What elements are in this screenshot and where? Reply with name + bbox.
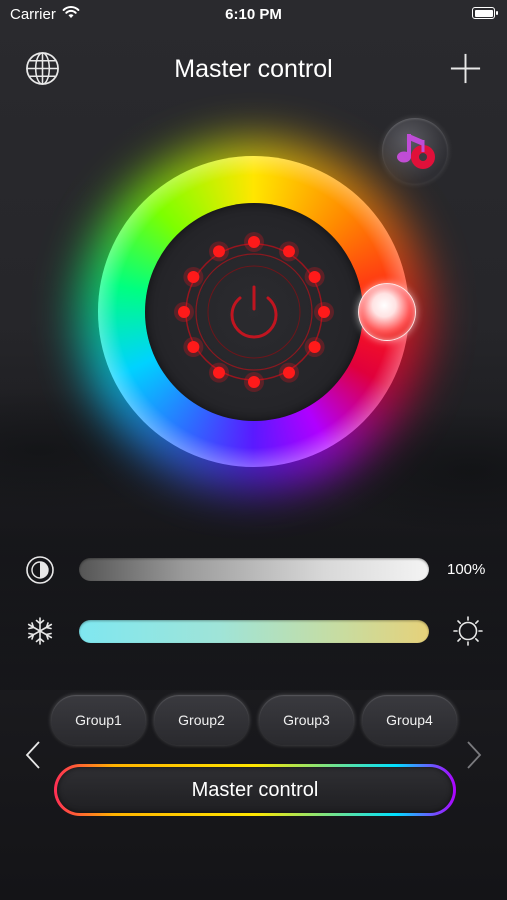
led-dot [213,245,225,258]
chevron-left-icon[interactable] [25,740,41,770]
brightness-percent: 100% [447,561,486,578]
led-dot [308,341,321,353]
led-dot [187,341,200,353]
led-dot [318,306,330,318]
power-icon [174,232,334,392]
master-control-button[interactable]: Master control [54,764,456,816]
led-dot [187,271,200,283]
brightness-slider[interactable] [79,558,429,581]
color-picker-knob[interactable] [358,283,416,341]
music-note-icon [397,134,435,169]
group-button-2[interactable]: Group2 [154,695,249,745]
snowflake-icon [27,617,53,645]
led-dot [248,236,260,248]
led-dot [213,366,225,379]
music-mode-button[interactable] [382,118,448,184]
plus-icon[interactable] [448,51,483,86]
color-temperature-slider[interactable] [79,620,429,643]
chevron-right-icon[interactable] [466,740,482,770]
battery-icon [472,7,498,19]
led-dot [283,245,295,258]
sun-icon [453,616,483,646]
clock: 6:10 PM [225,6,282,23]
group-button-3[interactable]: Group3 [259,695,354,745]
group-button-1[interactable]: Group1 [51,695,146,745]
led-dot [248,376,260,388]
group-button-4[interactable]: Group4 [362,695,457,745]
status-bar: Carrier 6:10 PM [0,0,507,30]
master-control-label: Master control [57,767,453,813]
brightness-fill [79,558,429,581]
led-dot [178,306,190,318]
led-dot [308,271,321,283]
led-dot [283,366,295,379]
page-title: Master control [174,55,333,83]
contrast-half-circle-icon [26,556,54,584]
